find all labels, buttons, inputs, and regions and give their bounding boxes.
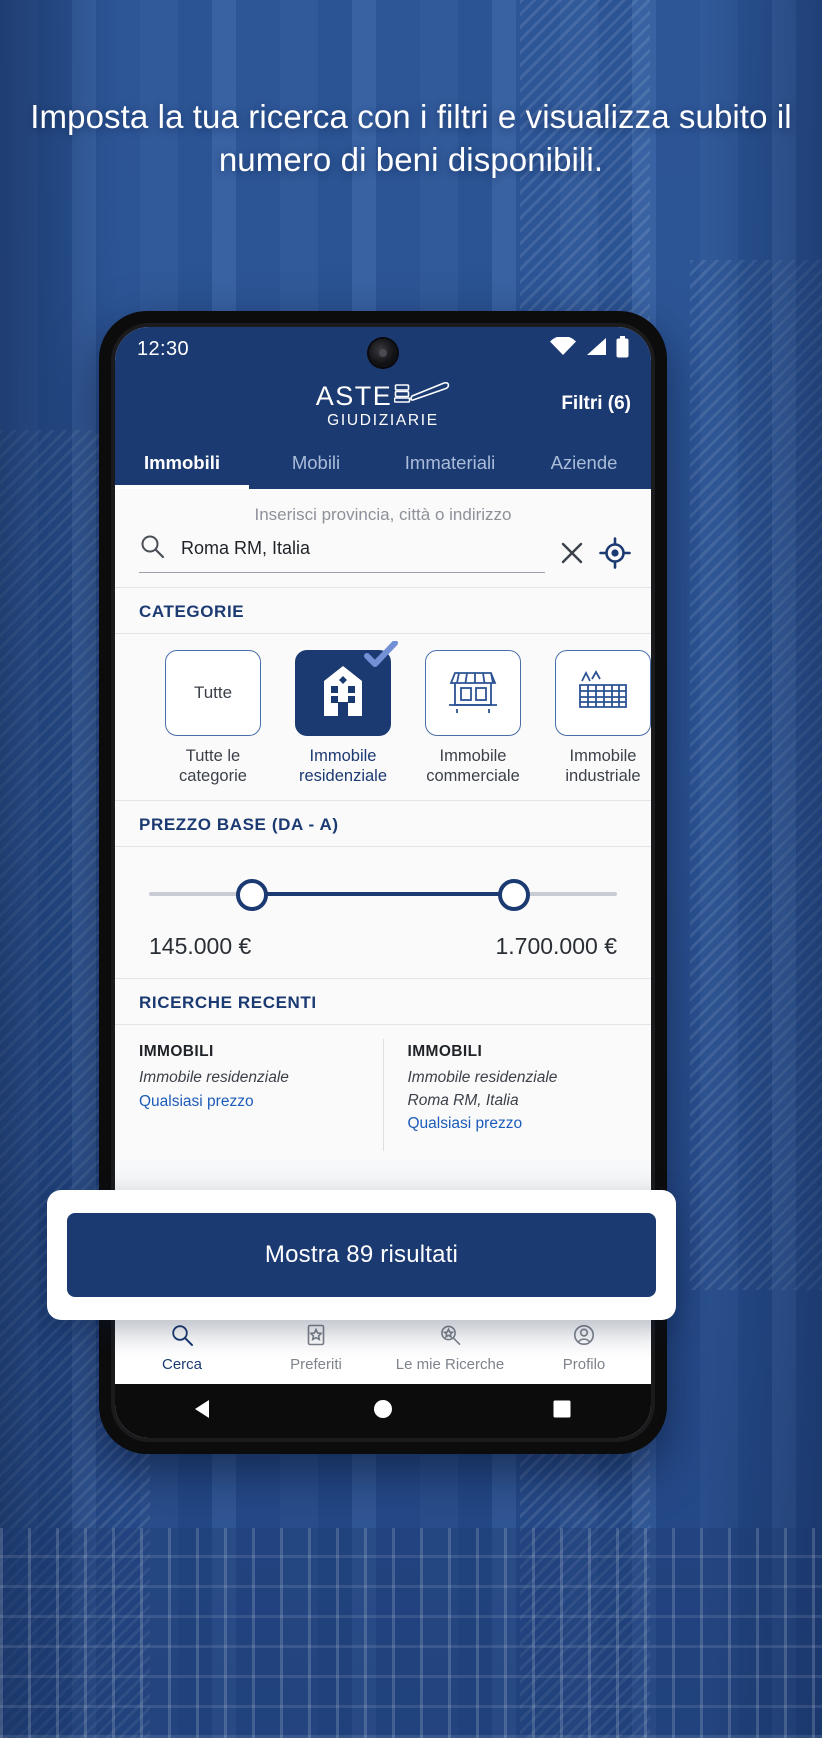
star-bookmark-icon — [304, 1323, 328, 1351]
price-max-label: 1.700.000 € — [495, 933, 617, 960]
recent-search-link[interactable]: Qualsiasi prezzo — [139, 1093, 361, 1111]
section-title-categorie: CATEGORIE — [115, 587, 651, 634]
slider-handle-max[interactable] — [498, 879, 531, 912]
search-block: Inserisci provincia, città o indirizzo R… — [115, 489, 651, 587]
tab-mobili[interactable]: Mobili — [249, 437, 383, 489]
search-hint: Inserisci provincia, città o indirizzo — [254, 505, 512, 524]
price-values: 145.000 € 1.700.000 € — [149, 933, 617, 960]
category-tile[interactable]: Tutte — [165, 650, 261, 736]
factory-icon — [576, 667, 630, 720]
nav-item-preferiti[interactable]: Preferiti — [249, 1323, 383, 1373]
search-input[interactable]: Roma RM, Italia — [139, 533, 545, 573]
nav-label: Cerca — [161, 1355, 202, 1373]
app-logo: ASTE GIUDIZIARIE — [316, 380, 451, 429]
background-railing — [0, 1528, 822, 1738]
recent-search-heading: IMMOBILI — [407, 1043, 483, 1061]
saved-search-icon — [438, 1323, 462, 1351]
tab-immobili[interactable]: Immobili — [115, 437, 249, 489]
crosshair-location-icon[interactable] — [599, 537, 631, 569]
nav-label: Preferiti — [290, 1355, 342, 1373]
price-block: 145.000 € 1.700.000 € — [115, 847, 651, 979]
nav-item-cerca[interactable]: Cerca — [115, 1323, 249, 1373]
bottom-navigation: Cerca Preferiti Le mie Ricerche Profilo — [115, 1310, 651, 1384]
logo-wordmark-row: ASTE — [316, 380, 451, 410]
category-item-tutte[interactable]: Tutte Tutte le categorie — [159, 650, 267, 786]
recent-search-item[interactable]: IMMOBILI Immobile residenziale Roma RM, … — [382, 1039, 652, 1152]
category-tile[interactable] — [425, 650, 521, 736]
search-input-value: Roma RM, Italia — [181, 538, 311, 558]
nav-label: Le mie Ricerche — [395, 1355, 505, 1373]
category-label: Immobile residenziale — [298, 747, 388, 786]
screen-content: Inserisci provincia, città o indirizzo R… — [115, 489, 652, 1162]
close-icon[interactable] — [559, 540, 585, 566]
status-clock: 12:30 — [137, 337, 190, 360]
recent-search-line: Immobile residenziale — [407, 1069, 558, 1087]
signal-icon — [585, 337, 607, 361]
shop-storefront-icon — [446, 667, 500, 720]
recent-search-link[interactable]: Qualsiasi prezzo — [408, 1115, 630, 1133]
page-title: Imposta la tua ricerca con i filtri e vi… — [30, 98, 792, 178]
nav-item-le-mie-ricerche[interactable]: Le mie Ricerche — [383, 1323, 517, 1373]
recents-square-icon[interactable] — [550, 1397, 574, 1426]
category-item-industriale[interactable]: Immobile industriale — [549, 650, 651, 786]
category-item-residenziale[interactable]: Immobile residenziale — [289, 640, 398, 786]
cta-card: Mostra 89 risultati — [47, 1190, 676, 1320]
search-icon — [139, 533, 165, 564]
slider-handle-min[interactable] — [235, 879, 268, 912]
category-tile[interactable] — [555, 650, 651, 736]
tab-aziende[interactable]: Aziende — [517, 437, 651, 489]
wifi-icon — [550, 335, 576, 361]
category-tile-text: Tutte — [193, 683, 233, 702]
tab-immateriali[interactable]: Immateriali — [383, 437, 517, 489]
price-range-slider[interactable] — [149, 877, 617, 912]
category-label: Immobile industriale — [565, 747, 641, 786]
residential-building-icon — [320, 664, 366, 723]
category-list: Tutte Tutte le categorie Immobile reside… — [115, 634, 651, 801]
gavel-icon — [393, 380, 450, 410]
nav-item-profilo[interactable]: Profilo — [517, 1323, 651, 1373]
battery-icon — [616, 335, 629, 363]
category-label: Immobile commerciale — [426, 747, 520, 786]
filters-button[interactable]: Filtri (6) — [561, 393, 631, 415]
search-row: Roma RM, Italia — [115, 533, 651, 573]
status-icons — [550, 335, 629, 363]
category-tabs: Immobili Mobili Immateriali Aziende — [115, 437, 651, 489]
category-label: Tutte le categorie — [179, 747, 247, 786]
recent-search-item[interactable]: IMMOBILI Immobile residenziale Qualsiasi… — [115, 1039, 383, 1151]
slider-selected-range — [251, 892, 515, 897]
search-icon — [170, 1323, 194, 1351]
recent-search-list: IMMOBILI Immobile residenziale Qualsiasi… — [115, 1025, 652, 1152]
checkmark-icon — [364, 640, 398, 669]
nav-label: Profilo — [562, 1355, 606, 1373]
logo-sub-text: GIUDIZIARIE — [327, 411, 439, 429]
background-vignette-right — [702, 0, 822, 1738]
logo-main-text: ASTE — [315, 380, 393, 411]
home-circle-icon[interactable] — [371, 1397, 395, 1426]
category-tile[interactable] — [295, 640, 398, 736]
category-item-commerciale[interactable]: Immobile commerciale — [419, 650, 527, 786]
recent-searches-block: IMMOBILI Immobile residenziale Qualsiasi… — [115, 1025, 652, 1162]
section-title-prezzo: PREZZO BASE (DA - A) — [115, 800, 651, 848]
section-title-ricerche-recenti: RICERCHE RECENTI — [115, 978, 651, 1026]
recent-search-heading: IMMOBILI — [139, 1043, 214, 1061]
person-icon — [572, 1323, 596, 1351]
show-results-button[interactable]: Mostra 89 risultati — [67, 1213, 656, 1297]
recent-search-line: Roma RM, Italia — [407, 1091, 519, 1109]
android-system-bar — [115, 1384, 651, 1438]
price-min-label: 145.000 € — [149, 933, 252, 960]
front-camera-icon — [369, 339, 397, 367]
app-bar: ASTE GIUDIZIARIE Filtri (6) — [115, 371, 651, 437]
recent-search-line: Immobile residenziale — [139, 1069, 289, 1087]
back-triangle-icon[interactable] — [192, 1397, 216, 1426]
